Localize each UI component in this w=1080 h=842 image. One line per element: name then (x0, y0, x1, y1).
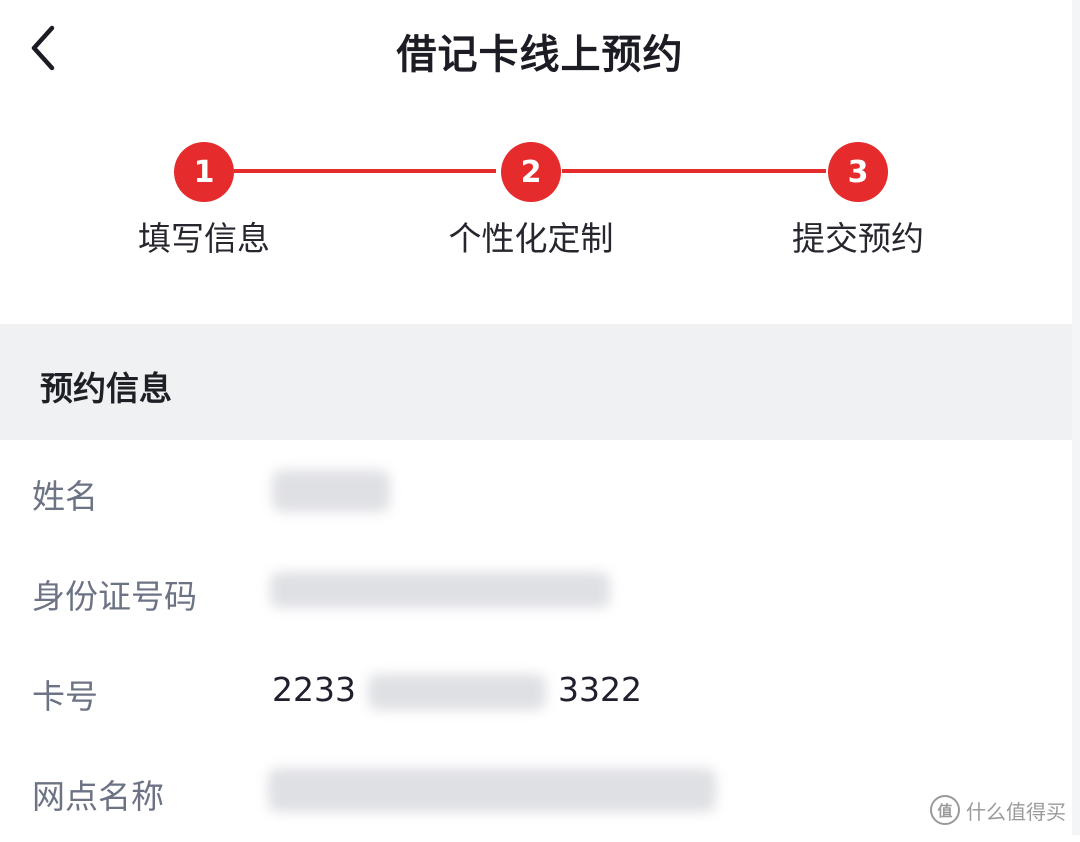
step-1-circle: 1 (174, 142, 234, 202)
name-value-redacted (272, 470, 390, 512)
step-3-circle: 3 (828, 142, 888, 202)
step-progress: 1 2 3 填写信息 个性化定制 提交预约 (0, 130, 1080, 270)
name-label: 姓名 (32, 477, 98, 516)
scrollbar-track (1072, 0, 1080, 835)
id-number-label: 身份证号码 (32, 577, 197, 616)
id-number-value-redacted (270, 572, 610, 608)
zhi-icon: 值 (930, 795, 960, 825)
header-bar: 借记卡线上预约 (0, 0, 1080, 100)
branch-label: 网点名称 (32, 777, 164, 816)
card-number-label: 卡号 (32, 677, 98, 716)
id-number-row: 身份证号码 (0, 542, 1072, 642)
step-connector-1 (234, 169, 496, 173)
branch-value-redacted (268, 768, 716, 812)
step-2-circle: 2 (501, 142, 561, 202)
section-header: 预约信息 (0, 324, 1072, 440)
step-connector-2 (562, 169, 826, 173)
step-3-label: 提交预约 (792, 219, 924, 258)
card-number-middle-redacted (368, 674, 546, 710)
section-title: 预约信息 (40, 369, 172, 408)
page-title: 借记卡线上预约 (396, 32, 684, 78)
watermark-text: 什么值得买 (966, 799, 1066, 824)
step-1-label: 填写信息 (138, 219, 270, 258)
step-2-label: 个性化定制 (448, 219, 614, 258)
watermark: 值 什么值得买 (930, 795, 1066, 825)
branch-row: 网点名称 (0, 742, 1072, 842)
card-number-prefix: 2233 (272, 670, 356, 709)
card-number-row: 卡号 2233 3322 (0, 642, 1072, 742)
name-row: 姓名 (0, 442, 1072, 542)
card-number-suffix: 3322 (558, 670, 642, 709)
